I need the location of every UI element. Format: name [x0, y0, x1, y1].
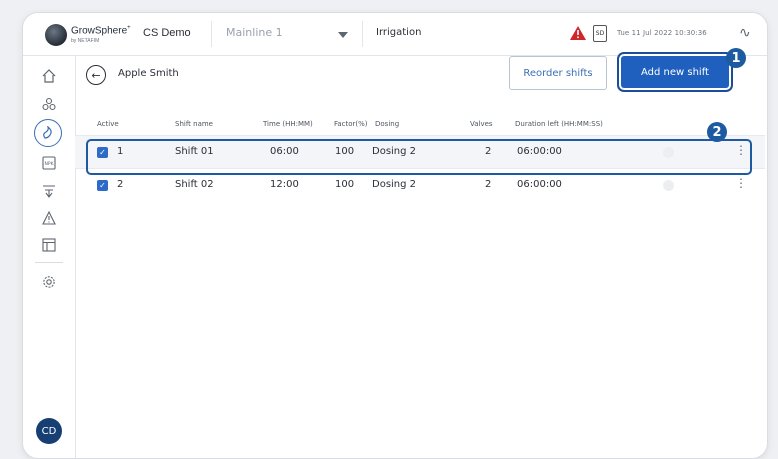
- col-active: Active: [97, 120, 119, 128]
- col-shift-name: Shift name: [175, 120, 213, 128]
- sidebar: NPK CD: [23, 56, 76, 458]
- shift-factor: 100: [335, 179, 355, 190]
- farm-selector[interactable]: CS Demo: [143, 27, 191, 39]
- wifi-icon: ∿: [739, 25, 751, 41]
- home-icon[interactable]: [39, 66, 59, 86]
- alert-icon[interactable]: [570, 26, 586, 40]
- shift-dosing: Dosing 2: [372, 179, 417, 190]
- mainline-dropdown[interactable]: Mainline 1: [211, 21, 363, 47]
- brand-name: GrowSphere: [71, 25, 128, 37]
- col-time: Time (HH:MM): [263, 120, 313, 128]
- logo: GrowSphere+ by NETAFIM: [45, 23, 131, 47]
- mainline-value: Mainline 1: [226, 26, 283, 39]
- back-button[interactable]: ←: [86, 65, 106, 85]
- sidebar-divider: [35, 262, 63, 263]
- shift-name: Shift 02: [175, 179, 214, 190]
- avatar[interactable]: CD: [36, 418, 62, 444]
- callout-badge-2: 2: [707, 122, 727, 142]
- shift-duration: 06:00:00: [517, 179, 562, 190]
- page-title: Apple Smith: [118, 68, 179, 79]
- plant-icon[interactable]: [39, 94, 59, 114]
- table-icon[interactable]: [39, 235, 59, 255]
- tablet-frame: GrowSphere+ by NETAFIM CS Demo Mainline …: [22, 12, 768, 459]
- brand-sub: by NETAFIM: [71, 38, 100, 45]
- col-duration: Duration left (HH:MM:SS): [515, 120, 603, 128]
- chevron-down-icon: [338, 32, 348, 38]
- col-valves: Valves: [470, 120, 493, 128]
- callout-badge-1: 1: [726, 48, 746, 68]
- table-header: Active Shift name Time (HH:MM) Factor(%)…: [75, 113, 765, 135]
- top-bar: GrowSphere+ by NETAFIM CS Demo Mainline …: [23, 13, 767, 56]
- status-indicator: [663, 180, 674, 191]
- col-factor: Factor(%): [334, 120, 368, 128]
- more-options-icon[interactable]: ⋮: [735, 176, 747, 190]
- active-checkbox[interactable]: ✓: [97, 180, 108, 191]
- row-number: 2: [117, 179, 124, 190]
- shift-time: 12:00: [270, 179, 299, 190]
- filter-icon[interactable]: [39, 181, 59, 201]
- col-dosing: Dosing: [375, 120, 400, 128]
- row-highlight-box: [86, 139, 752, 175]
- sd-card-icon: SD: [593, 25, 607, 42]
- warning-icon[interactable]: [39, 208, 59, 228]
- logo-globe-icon: [45, 24, 67, 47]
- npk-icon[interactable]: NPK: [39, 153, 59, 173]
- settings-icon[interactable]: [39, 272, 59, 292]
- irrigation-icon[interactable]: [34, 119, 62, 147]
- reorder-shifts-button[interactable]: Reorder shifts: [509, 56, 607, 90]
- add-new-shift-button[interactable]: Add new shift: [621, 56, 729, 88]
- datetime: Tue 11 Jul 2022 10:30:36: [617, 29, 707, 37]
- shift-valves: 2: [485, 179, 492, 190]
- svg-text:NPK: NPK: [44, 161, 54, 167]
- section-title: Irrigation: [376, 27, 422, 38]
